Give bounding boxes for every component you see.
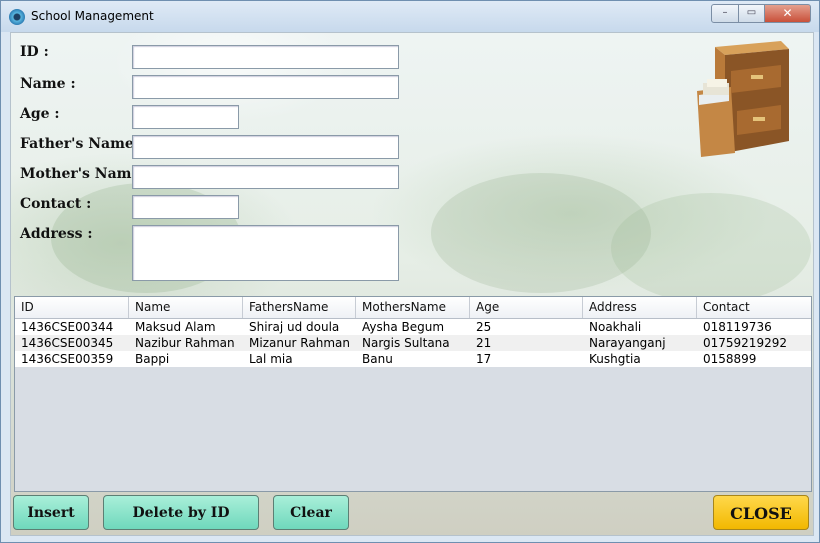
cell-id: 1436CSE00344 xyxy=(21,320,114,334)
clear-button[interactable]: Clear xyxy=(273,495,349,530)
column-header-address[interactable]: Address xyxy=(583,297,697,318)
cell-address: Noakhali xyxy=(589,320,642,334)
insert-button[interactable]: Insert xyxy=(13,495,89,530)
maximize-button[interactable]: ▭ xyxy=(738,4,765,23)
cell-name: Bappi xyxy=(135,352,170,366)
mother-name-field[interactable] xyxy=(132,165,399,189)
cell-address: Narayanganj xyxy=(589,336,666,350)
cell-contact: 01759219292 xyxy=(703,336,787,350)
mother-name-label: Mother's Name : xyxy=(20,166,151,182)
minimize-button[interactable]: – xyxy=(711,4,739,23)
father-name-label: Father's Name : xyxy=(20,136,144,152)
column-header-name[interactable]: Name xyxy=(129,297,243,318)
address-label: Address : xyxy=(20,226,93,242)
title-bar[interactable]: School Management – ▭ ✕ xyxy=(1,1,819,32)
cell-mothers-name: Aysha Begum xyxy=(362,320,445,334)
window-close-button[interactable]: ✕ xyxy=(764,4,811,23)
name-field[interactable] xyxy=(132,75,399,99)
cell-name: Maksud Alam xyxy=(135,320,216,334)
age-field[interactable] xyxy=(132,105,239,129)
cell-mothers-name: Banu xyxy=(362,352,393,366)
column-header-age[interactable]: Age xyxy=(470,297,583,318)
cell-id: 1436CSE00359 xyxy=(21,352,114,366)
contact-field[interactable] xyxy=(132,195,239,219)
id-field[interactable] xyxy=(132,45,399,69)
close-button[interactable]: CLOSE xyxy=(713,495,809,530)
cell-fathers-name: Mizanur Rahman xyxy=(249,336,350,350)
column-header-id[interactable]: ID xyxy=(15,297,129,318)
table-row[interactable]: 1436CSE00345 Nazibur Rahman Mizanur Rahm… xyxy=(15,335,811,351)
cell-fathers-name: Shiraj ud doula xyxy=(249,320,340,334)
background-tree xyxy=(611,193,811,303)
table-row[interactable]: 1436CSE00344 Maksud Alam Shiraj ud doula… xyxy=(15,319,811,335)
cell-contact: 018119736 xyxy=(703,320,772,334)
cell-name: Nazibur Rahman xyxy=(135,336,235,350)
cell-age: 25 xyxy=(476,320,492,334)
table-row[interactable]: 1436CSE00359 Bappi Lal mia Banu 17 Kushg… xyxy=(15,351,811,367)
id-label: ID : xyxy=(20,44,49,60)
contact-label: Contact : xyxy=(20,196,92,212)
table-header: ID Name FathersName MothersName Age Addr… xyxy=(15,297,811,319)
cell-fathers-name: Lal mia xyxy=(249,352,293,366)
file-cabinet-icon xyxy=(697,41,789,157)
cell-id: 1436CSE00345 xyxy=(21,336,114,350)
app-window: School Management – ▭ ✕ ID : Name : Age … xyxy=(0,0,820,543)
name-label: Name : xyxy=(20,76,76,92)
age-label: Age : xyxy=(20,106,60,122)
address-field[interactable] xyxy=(132,225,399,281)
window-title: School Management xyxy=(31,9,154,23)
main-panel: ID : Name : Age : Father's Name : Mother… xyxy=(10,32,814,536)
column-header-mothers-name[interactable]: MothersName xyxy=(356,297,470,318)
cell-mothers-name: Nargis Sultana xyxy=(362,336,450,350)
app-icon xyxy=(9,9,25,25)
column-header-fathers-name[interactable]: FathersName xyxy=(243,297,356,318)
cell-age: 21 xyxy=(476,336,492,350)
delete-by-id-button[interactable]: Delete by ID xyxy=(103,495,259,530)
cell-address: Kushgtia xyxy=(589,352,641,366)
students-table[interactable]: ID Name FathersName MothersName Age Addr… xyxy=(14,296,812,492)
cell-contact: 0158899 xyxy=(703,352,757,366)
column-header-contact[interactable]: Contact xyxy=(697,297,811,318)
father-name-field[interactable] xyxy=(132,135,399,159)
cell-age: 17 xyxy=(476,352,492,366)
